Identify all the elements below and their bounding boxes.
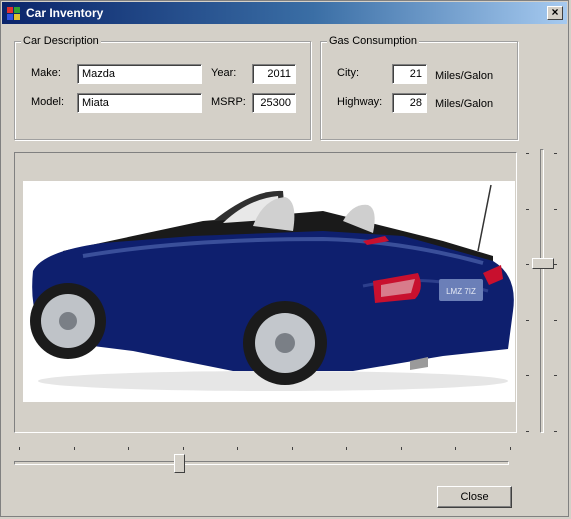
gas-consumption-group: Gas Consumption <box>320 35 518 140</box>
highway-field[interactable]: 28 <box>392 93 427 113</box>
horizontal-slider-tick <box>19 447 20 450</box>
horizontal-slider-tick <box>128 447 129 450</box>
vertical-slider-tick <box>526 319 529 321</box>
vertical-slider-tick <box>554 431 557 432</box>
car-picture-box: LMZ 7IZ <box>14 152 517 433</box>
highway-label: Highway: <box>337 96 383 108</box>
vertical-slider-thumb[interactable] <box>532 258 554 269</box>
horizontal-slider-tick <box>73 447 75 450</box>
vertical-slider-tick <box>526 431 529 432</box>
horizontal-slider-track[interactable] <box>14 461 509 465</box>
title-bar[interactable]: Car Inventory × <box>2 2 567 24</box>
msrp-field[interactable]: 25300 <box>252 93 296 113</box>
horizontal-slider-tick <box>509 447 511 450</box>
horizontal-slider-tick <box>291 447 293 450</box>
vertical-slider-tick <box>526 153 529 154</box>
vertical-slider-tick <box>554 264 557 266</box>
year-field[interactable]: 2011 <box>252 64 296 84</box>
app-icon <box>7 7 20 20</box>
vertical-slider-tick <box>554 319 557 321</box>
model-field[interactable]: Miata <box>77 93 202 113</box>
license-plate: LMZ 7IZ <box>446 287 476 296</box>
car-description-group: Car Description <box>14 35 311 140</box>
car-description-legend: Car Description <box>21 35 101 47</box>
city-unit-label: Miles/Galon <box>435 70 494 82</box>
year-label: Year: <box>211 67 237 79</box>
city-field[interactable]: 21 <box>392 64 427 84</box>
city-label: City: <box>337 67 359 79</box>
horizontal-slider-tick <box>455 447 456 450</box>
close-icon: × <box>551 5 559 19</box>
car-inventory-window: Car Inventory × Car Description Make: Ma… <box>0 0 569 517</box>
vertical-slider-tick <box>554 208 557 210</box>
make-field[interactable]: Mazda <box>77 64 202 84</box>
horizontal-slider-thumb[interactable] <box>174 454 185 473</box>
make-label: Make: <box>31 67 61 79</box>
vertical-slider-track[interactable] <box>540 149 544 433</box>
horizontal-slider-tick <box>237 447 238 450</box>
close-window-button[interactable]: × <box>547 6 563 20</box>
horizontal-slider-tick <box>182 447 184 450</box>
highway-unit-label: Miles/Galon <box>435 98 494 110</box>
horizontal-slider-tick <box>400 447 402 450</box>
window-title: Car Inventory <box>26 6 104 20</box>
vertical-slider-tick <box>554 375 557 377</box>
vertical-slider-tick <box>526 208 529 210</box>
vertical-slider-tick <box>554 153 557 154</box>
horizontal-slider-tick <box>346 447 347 450</box>
vertical-slider-tick <box>526 264 529 266</box>
vertical-slider-tick <box>526 375 529 377</box>
close-button[interactable]: Close <box>437 486 512 508</box>
car-image: LMZ 7IZ <box>23 181 515 402</box>
msrp-label: MSRP: <box>211 96 246 108</box>
gas-consumption-legend: Gas Consumption <box>327 35 420 47</box>
car-illustration: LMZ 7IZ <box>30 184 514 391</box>
model-label: Model: <box>31 96 65 108</box>
